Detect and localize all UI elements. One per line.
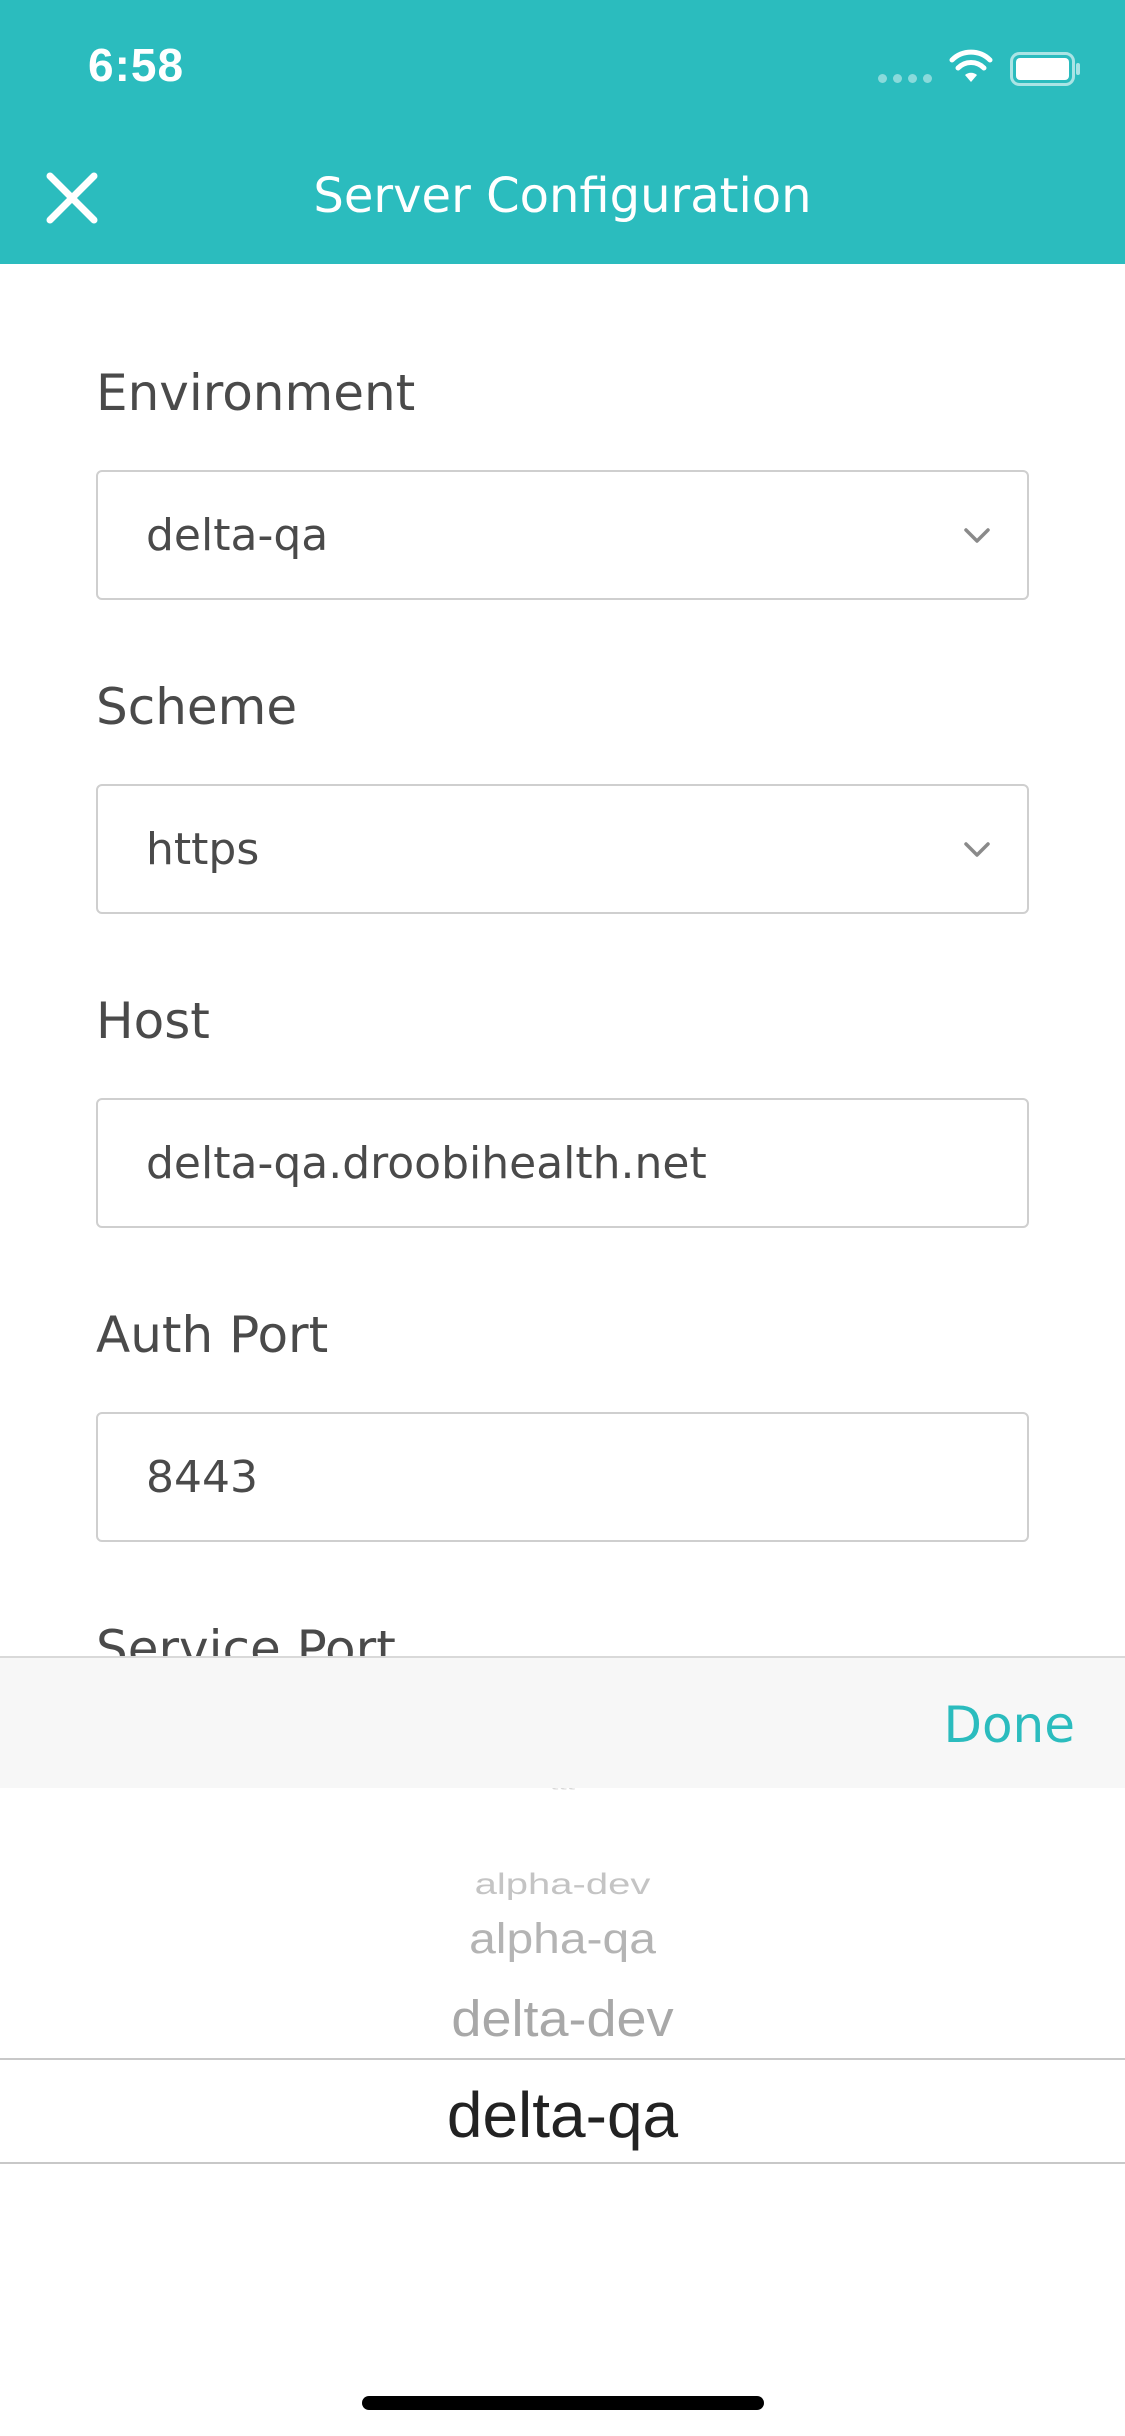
chevron-down-icon	[964, 528, 990, 543]
home-indicator	[362, 2396, 764, 2410]
page-title: Server Configuration	[313, 168, 812, 224]
server-configuration-screen: 6:58 Server Configuration Environment de…	[0, 0, 1125, 2436]
done-button[interactable]: Done	[943, 1696, 1075, 1754]
environment-label: Environment	[96, 364, 416, 422]
chevron-down-icon	[964, 842, 990, 857]
auth-port-label: Auth Port	[96, 1306, 329, 1364]
picker-selection-top-line	[0, 2058, 1125, 2060]
picker-item-faded: ttt	[0, 1788, 1125, 1794]
picker-item[interactable]: alpha-dev	[0, 1868, 1125, 1902]
wifi-icon	[949, 49, 993, 82]
scheme-value: https	[146, 824, 260, 875]
picker-selection-bottom-line	[0, 2162, 1125, 2164]
status-bar-time: 6:58	[88, 39, 185, 91]
picker-item[interactable]: delta-dev	[0, 1990, 1125, 2049]
header-bar: 6:58 Server Configuration	[0, 0, 1125, 264]
auth-port-input[interactable]: 8443	[96, 1412, 1029, 1542]
auth-port-value: 8443	[146, 1452, 258, 1503]
scheme-label: Scheme	[96, 678, 298, 736]
environment-select[interactable]: delta-qa	[96, 470, 1029, 600]
battery-icon	[1010, 52, 1080, 86]
environment-value: delta-qa	[146, 510, 329, 561]
picker-item[interactable]: alpha-qa	[0, 1915, 1125, 1963]
host-input[interactable]: delta-qa.droobihealth.net	[96, 1098, 1029, 1228]
picker-item-selected[interactable]: delta-qa	[0, 2078, 1125, 2152]
environment-picker[interactable]: ttt alpha-dev alpha-qa delta-dev delta-q…	[0, 1788, 1125, 2436]
host-label: Host	[96, 992, 210, 1050]
cellular-signal-icon	[878, 74, 934, 84]
picker-toolbar: Done	[0, 1656, 1125, 1788]
scheme-select[interactable]: https	[96, 784, 1029, 914]
host-value: delta-qa.droobihealth.net	[146, 1138, 707, 1189]
